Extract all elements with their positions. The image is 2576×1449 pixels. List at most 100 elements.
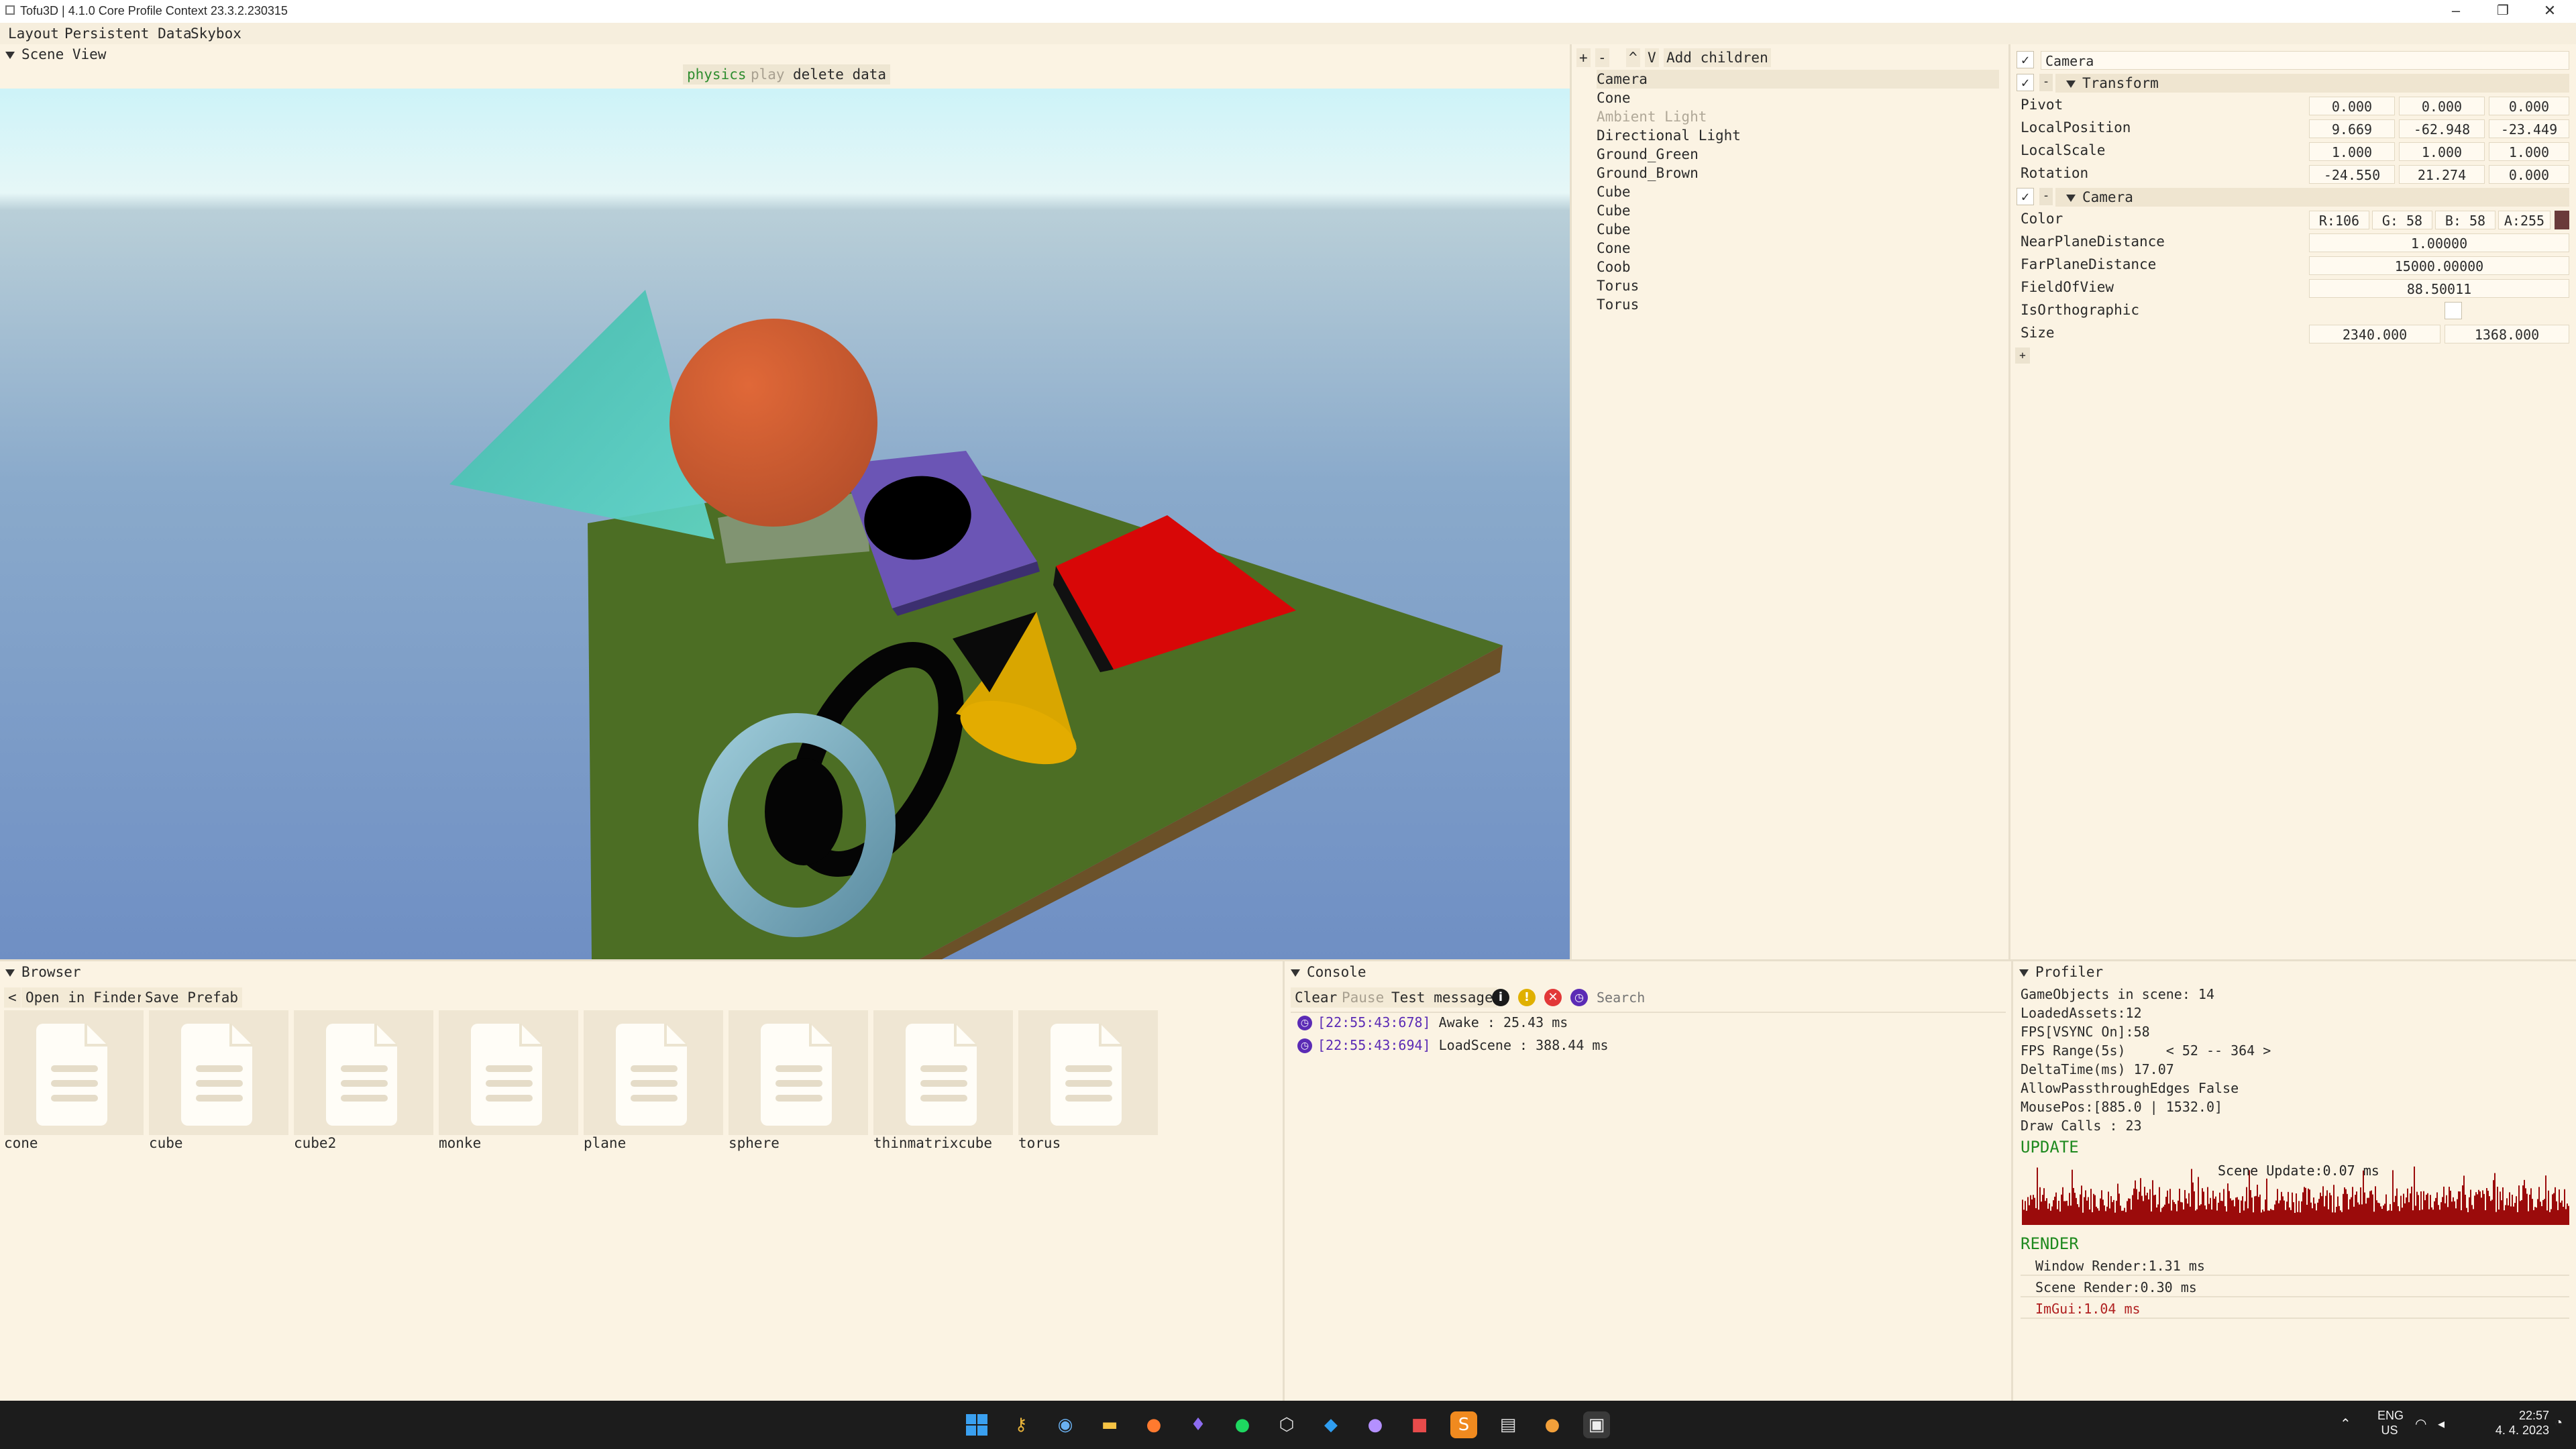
file-tile[interactable]: [1018, 1010, 1158, 1135]
hierarchy-item[interactable]: Coob: [1597, 258, 1631, 276]
pivot-x-field[interactable]: 0.000: [2309, 97, 2395, 115]
hierarchy-item[interactable]: Directional Light: [1597, 126, 1741, 145]
close-button[interactable]: ✕: [2526, 0, 2573, 23]
camera-component-checkbox[interactable]: ✓: [2017, 188, 2034, 205]
terminal-icon[interactable]: ▤: [1495, 1411, 1521, 1438]
hierarchy-item[interactable]: Ambient Light: [1597, 107, 1707, 126]
hierarchy-item[interactable]: Cone: [1597, 89, 1631, 107]
color-r-field[interactable]: R:106: [2309, 211, 2369, 229]
file-tile[interactable]: [439, 1010, 578, 1135]
file-tile[interactable]: [149, 1010, 288, 1135]
scale-y-field[interactable]: 1.000: [2399, 142, 2485, 161]
splitter[interactable]: [2011, 961, 2013, 1401]
clock-time[interactable]: 22:57: [2469, 1409, 2549, 1423]
color-swatch[interactable]: [2555, 211, 2569, 229]
transform-enabled-checkbox[interactable]: ✓: [2017, 74, 2034, 91]
save-prefab-button[interactable]: Save Prefab: [141, 987, 243, 1008]
add-children-button[interactable]: Add children: [1664, 48, 1771, 67]
hierarchy-move-up-button[interactable]: ^: [1626, 48, 1640, 67]
console-search-input[interactable]: [1594, 987, 2002, 1008]
transform-header[interactable]: Transform: [2055, 74, 2569, 93]
wifi-icon[interactable]: ◠: [2415, 1415, 2426, 1432]
hierarchy-item[interactable]: Torus: [1597, 276, 1639, 295]
scale-z-field[interactable]: 1.000: [2489, 142, 2569, 161]
menu-persistent-data[interactable]: Persistent Data: [64, 25, 192, 42]
splitter[interactable]: [1283, 961, 1285, 1401]
hierarchy-item[interactable]: Cube: [1597, 220, 1631, 239]
hierarchy-add-button[interactable]: +: [1576, 48, 1591, 67]
splitter[interactable]: [1570, 44, 1572, 961]
hierarchy-item[interactable]: Cone: [1597, 239, 1631, 258]
position-z-field[interactable]: -23.449: [2489, 119, 2569, 138]
color-b-field[interactable]: B: 58: [2435, 211, 2496, 229]
hierarchy-item[interactable]: Camera: [1597, 70, 1999, 89]
size-width-field[interactable]: 2340.000: [2309, 325, 2440, 343]
keys-app-icon[interactable]: ⚷: [1008, 1411, 1034, 1438]
delete-data-button[interactable]: delete data: [789, 64, 891, 85]
log-entry[interactable]: [22:55:43:694] LoadScene : 388.44 ms: [1318, 1037, 1609, 1053]
rotation-y-field[interactable]: 21.274: [2399, 165, 2485, 184]
obsidian-icon[interactable]: ♦: [1185, 1411, 1212, 1438]
physics-button[interactable]: physics: [683, 64, 751, 85]
tray-chevron-icon[interactable]: ⌃: [2340, 1415, 2351, 1432]
menu-layout[interactable]: Layout: [8, 25, 59, 42]
steam-icon[interactable]: ◉: [1052, 1411, 1079, 1438]
pivot-y-field[interactable]: 0.000: [2399, 97, 2485, 115]
start-icon[interactable]: [963, 1411, 990, 1438]
region-indicator[interactable]: US: [2377, 1424, 2402, 1438]
play-button[interactable]: play: [747, 64, 789, 85]
size-height-field[interactable]: 1368.000: [2445, 325, 2569, 343]
test-message-button[interactable]: Test message: [1387, 987, 1497, 1008]
browser-header[interactable]: Browser: [5, 962, 1280, 982]
orthographic-checkbox[interactable]: [2445, 302, 2462, 319]
github-icon[interactable]: ●: [1362, 1411, 1389, 1438]
tofu3d-app-icon[interactable]: ▣: [1583, 1411, 1610, 1438]
clock-date[interactable]: 4. 4. 2023: [2469, 1424, 2549, 1438]
scene-viewport[interactable]: [0, 89, 1570, 959]
add-component-button[interactable]: +: [2015, 347, 2030, 364]
file-explorer-icon[interactable]: ▬: [1096, 1411, 1123, 1438]
scale-x-field[interactable]: 1.000: [2309, 142, 2395, 161]
file-tile[interactable]: [294, 1010, 433, 1135]
camera-remove-button[interactable]: -: [2039, 188, 2053, 205]
blender-icon[interactable]: ●: [1539, 1411, 1566, 1438]
pivot-z-field[interactable]: 0.000: [2489, 97, 2569, 115]
notification-icon[interactable]: ◔: [2555, 1415, 2563, 1431]
file-tile[interactable]: [4, 1010, 144, 1135]
rotation-x-field[interactable]: -24.550: [2309, 165, 2395, 184]
maximize-button[interactable]: ❐: [2479, 0, 2526, 23]
camera-component-header[interactable]: Camera: [2055, 188, 2569, 207]
hierarchy-move-down-button[interactable]: V: [1645, 48, 1659, 67]
firefox-icon[interactable]: ●: [1140, 1411, 1167, 1438]
open-in-finder-button[interactable]: Open in Finder: [21, 987, 149, 1008]
clear-button[interactable]: Clear: [1291, 987, 1342, 1008]
pause-button[interactable]: Pause: [1338, 987, 1389, 1008]
splitter[interactable]: [0, 959, 2576, 961]
file-tile[interactable]: [873, 1010, 1013, 1135]
language-indicator[interactable]: ENG: [2377, 1409, 2404, 1423]
unity-icon[interactable]: ⬡: [1273, 1411, 1300, 1438]
error-filter-icon[interactable]: ✕: [1544, 989, 1562, 1006]
hierarchy-item[interactable]: Ground_Brown: [1597, 164, 1699, 182]
log-entry[interactable]: [22:55:43:678] Awake : 25.43 ms: [1318, 1014, 1568, 1030]
rotation-z-field[interactable]: 0.000: [2489, 165, 2569, 184]
menu-skybox[interactable]: Skybox: [191, 25, 241, 42]
hierarchy-item[interactable]: Ground_Green: [1597, 145, 1699, 164]
scene-view-header[interactable]: Scene View: [5, 44, 1568, 64]
spotify-icon[interactable]: ●: [1229, 1411, 1256, 1438]
position-x-field[interactable]: 9.669: [2309, 119, 2395, 138]
object-name-input[interactable]: Camera: [2041, 51, 2569, 70]
timer-filter-icon[interactable]: ◷: [1570, 989, 1588, 1006]
back-button[interactable]: <: [4, 987, 21, 1008]
color-a-field[interactable]: A:255: [2498, 211, 2551, 229]
sublime-icon[interactable]: S: [1450, 1411, 1477, 1438]
hierarchy-item[interactable]: Cube: [1597, 182, 1631, 201]
hierarchy-item[interactable]: Cube: [1597, 201, 1631, 220]
file-tile[interactable]: [729, 1010, 868, 1135]
hierarchy-remove-button[interactable]: -: [1595, 48, 1609, 67]
fov-field[interactable]: 88.50011: [2309, 279, 2569, 298]
splitter[interactable]: [2008, 44, 2010, 961]
vscode-icon[interactable]: ◆: [1318, 1411, 1344, 1438]
file-tile[interactable]: [584, 1010, 723, 1135]
console-header[interactable]: Console: [1291, 962, 2002, 982]
